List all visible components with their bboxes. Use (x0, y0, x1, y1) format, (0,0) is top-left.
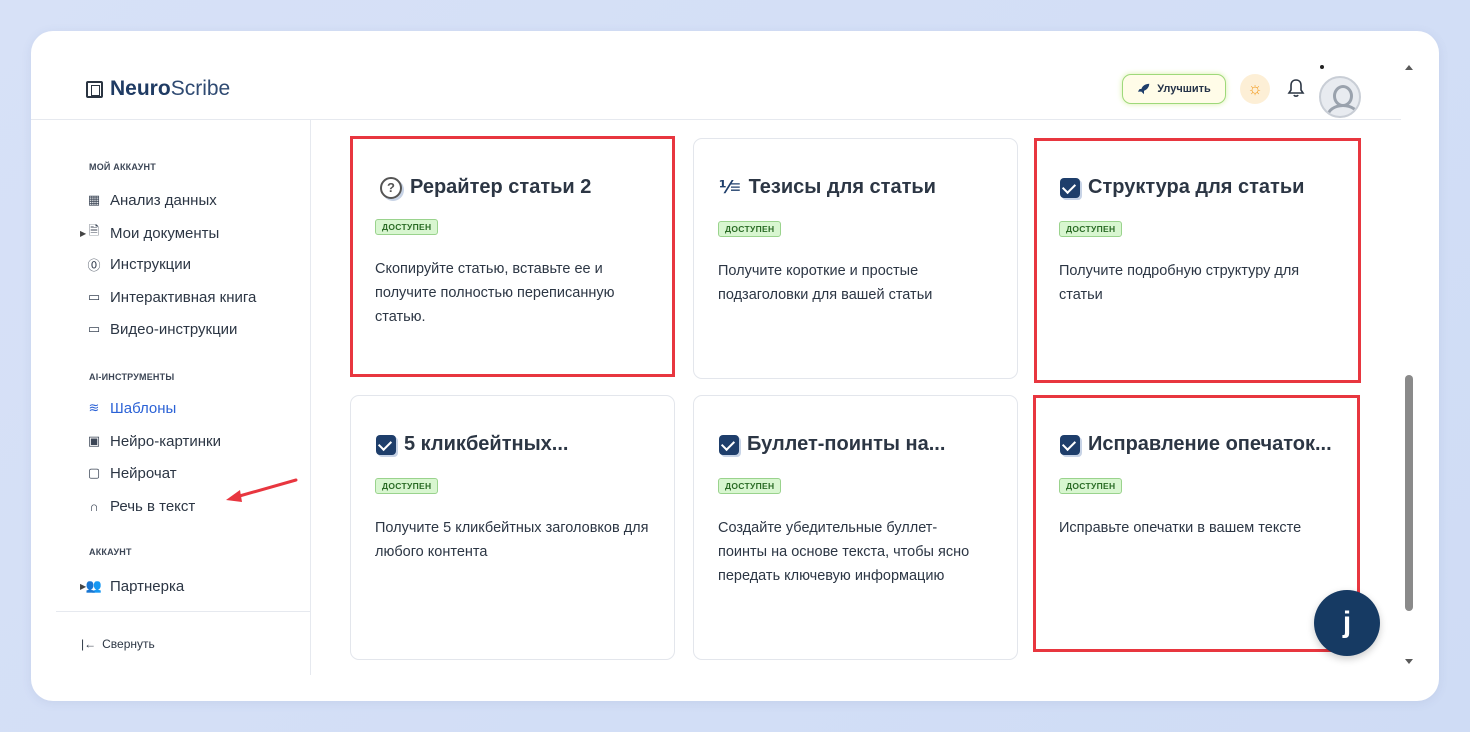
section-title-ai-tools: AI-ИНСТРУМЕНТЫ (89, 372, 175, 382)
checkbox-icon (1060, 177, 1080, 198)
card-description: Скопируйте статью, вставьте ее и получит… (375, 261, 615, 325)
numbered-list-icon: ⅟≡ (719, 177, 741, 197)
template-card-clickbait[interactable]: 5 кликбейтных... ДОСТУПЕН Получите 5 кли… (350, 395, 675, 660)
users-icon: 👥 (85, 578, 103, 593)
scroll-up-arrow-icon[interactable] (1405, 65, 1413, 70)
question-icon: ? (380, 176, 402, 199)
card-description: Получите короткие и простые подзаголовки… (718, 263, 933, 303)
sidebar-item-label: Инструкции (110, 255, 192, 273)
card-title: ⅟≡ Тезисы для статьи (719, 176, 936, 199)
question-icon: ⓪ (87, 257, 101, 273)
card-title: Исправление опечаток... (1060, 433, 1332, 456)
card-title: Структура для статьи (1060, 176, 1304, 199)
scroll-down-arrow-icon[interactable] (1405, 659, 1413, 664)
book-icon: ▭ (87, 289, 101, 304)
card-title-text: 5 кликбейтных... (404, 433, 569, 455)
card-title-text: Структура для статьи (1088, 176, 1305, 198)
sidebar-item-neuro-chat[interactable]: ▢ Нейрочат (86, 463, 177, 483)
card-description: Получите 5 кликбейтных заголовков для лю… (375, 520, 649, 560)
video-icon: ▭ (87, 321, 101, 336)
card-title: 5 кликбейтных... (376, 433, 568, 456)
sidebar-item-label: Нейрочат (110, 464, 177, 482)
collapse-arrow-icon: |← (81, 637, 97, 651)
status-badge: ДОСТУПЕН (375, 219, 439, 235)
sidebar-item-speech-to-text[interactable]: ∩ Речь в текст (86, 496, 195, 516)
card-title: ? Рерайтер статьи 2 (380, 176, 591, 199)
status-badge: ДОСТУПЕН (375, 478, 439, 494)
sidebar-item-label: Шаблоны (110, 399, 177, 417)
template-card-typo-fix[interactable]: Исправление опечаток... ДОСТУПЕН Исправь… (1033, 395, 1360, 652)
scroll-thumb[interactable] (1405, 375, 1413, 611)
red-annotation-arrow-icon (226, 478, 298, 502)
status-badge: ДОСТУПЕН (1059, 478, 1123, 494)
sidebar-item-label: Анализ данных (110, 191, 217, 209)
logo[interactable]: Neuro Scribe (86, 77, 230, 101)
sidebar-item-label: Интерактивная книга (110, 288, 257, 306)
bell-icon[interactable] (1285, 76, 1307, 100)
template-card-theses[interactable]: ⅟≡ Тезисы для статьи ДОСТУПЕН Получите к… (693, 138, 1018, 379)
card-title-text: Тезисы для статьи (748, 176, 936, 198)
card-description: Создайте убедительные буллет-поинты на о… (718, 520, 970, 584)
book-logo-icon (86, 80, 103, 98)
top-header: Neuro Scribe Улучшить ☼ (31, 31, 1401, 120)
status-badge: ДОСТУПЕН (718, 478, 782, 494)
sidebar-item-partner[interactable]: ▶ 👥 Партнерка (80, 576, 185, 596)
sidebar-item-my-documents[interactable]: ▶ 🗎 Мои документы (80, 223, 220, 243)
sidebar-item-label: Партнерка (110, 577, 185, 595)
image-icon: ▣ (87, 433, 101, 448)
card-description: Получите подробную структуру для статьи (1059, 263, 1300, 303)
layers-icon: ≋ (88, 400, 100, 415)
checkbox-icon (1060, 434, 1080, 455)
status-badge: ДОСТУПЕН (1059, 221, 1123, 237)
vertical-scrollbar[interactable] (1401, 59, 1417, 671)
checkbox-icon (719, 434, 739, 455)
collapse-button[interactable]: |← Свернуть (81, 637, 155, 651)
sidebar-item-instructions[interactable]: ⓪ Инструкции (86, 254, 191, 274)
section-title-account: АККАУНТ (89, 547, 132, 557)
sidebar-item-data-analysis[interactable]: ▦ Анализ данных (86, 190, 217, 210)
chat-widget-button[interactable]: ј (1314, 590, 1380, 656)
chat-icon: ▢ (87, 465, 101, 480)
logo-bold-text: Neuro (110, 77, 171, 100)
sidebar-item-label: Мои документы (110, 224, 220, 242)
card-title: Буллет-поинты на... (719, 433, 945, 456)
document-icon: 🗎 (88, 223, 100, 238)
logo-light-text: Scribe (170, 77, 231, 100)
sidebar-item-interactive-book[interactable]: ▭ Интерактивная книга (86, 287, 257, 307)
sidebar-item-label: Нейро-картинки (110, 432, 221, 450)
checkbox-icon (376, 434, 396, 455)
sidebar-item-label: Видео-инструкции (110, 320, 238, 338)
card-title-text: Буллет-поинты на... (747, 433, 946, 455)
template-card-structure[interactable]: Структура для статьи ДОСТУПЕН Получите п… (1034, 138, 1361, 383)
grid-icon: ▦ (87, 192, 101, 207)
caret-right-icon[interactable]: ▶ (80, 582, 86, 591)
collapse-label: Свернуть (102, 637, 155, 651)
sidebar-item-video-instructions[interactable]: ▭ Видео-инструкции (86, 319, 238, 339)
theme-toggle-sun-icon[interactable]: ☼ (1240, 74, 1270, 104)
rocket-icon (1138, 83, 1150, 95)
sidebar: МОЙ АККАУНТ ▦ Анализ данных ▶ 🗎 Мои доку… (56, 120, 311, 675)
sidebar-footer: |← Свернуть (56, 611, 311, 675)
notification-dot (1320, 65, 1324, 69)
template-card-bullet-points[interactable]: Буллет-поинты на... ДОСТУПЕН Создайте уб… (693, 395, 1018, 660)
template-card-rewriter[interactable]: ? Рерайтер статьи 2 ДОСТУПЕН Скопируйте … (350, 136, 675, 377)
status-badge: ДОСТУПЕН (718, 221, 782, 237)
sidebar-item-templates[interactable]: ≋ Шаблоны (86, 398, 177, 418)
card-title-text: Исправление опечаток... (1088, 433, 1332, 455)
upgrade-label: Улучшить (1157, 83, 1211, 95)
sidebar-item-neuro-images[interactable]: ▣ Нейро-картинки (86, 431, 221, 451)
caret-right-icon[interactable]: ▶ (80, 229, 86, 238)
card-description: Исправьте опечатки в вашем тексте (1059, 520, 1302, 536)
sidebar-item-label: Речь в текст (110, 497, 196, 515)
avatar[interactable] (1319, 76, 1361, 118)
app-window: Neuro Scribe Улучшить ☼ МОЙ АККАУНТ ▦ Ана… (31, 31, 1439, 701)
chat-widget-glyph: ј (1342, 606, 1352, 639)
headphones-icon: ∩ (89, 498, 99, 514)
section-title-my-account: МОЙ АККАУНТ (89, 162, 156, 172)
upgrade-button[interactable]: Улучшить (1122, 74, 1226, 104)
card-title-text: Рерайтер статьи 2 (410, 176, 592, 198)
